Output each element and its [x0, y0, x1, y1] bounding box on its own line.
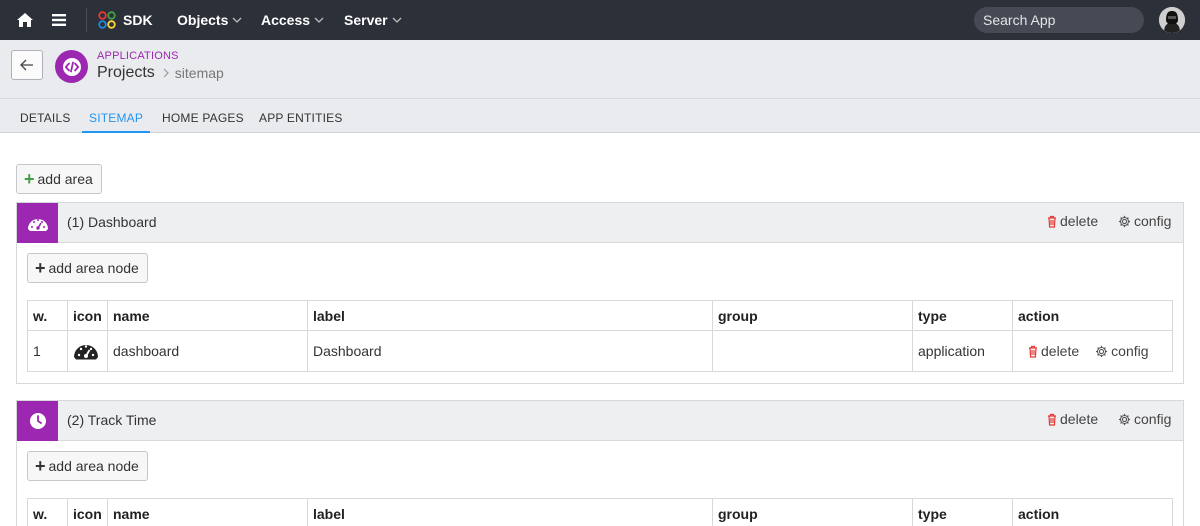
add-area-node-button[interactable]: + add area node [27, 451, 148, 481]
home-icon[interactable] [12, 0, 38, 40]
dashboard-gauge-icon [17, 203, 58, 243]
node-delete-button[interactable]: delete [1028, 343, 1079, 359]
column-header-weight: w. [27, 300, 68, 331]
sdk-logo-icon [98, 11, 116, 29]
table-header-row: w. icon name label group type action [27, 498, 1173, 526]
column-header-group: group [712, 498, 913, 526]
plus-icon: + [24, 169, 35, 189]
column-header-group: group [712, 300, 913, 331]
sitemap-content: + add area (1) Dashboard delete config +… [0, 133, 1200, 526]
chevron-down-icon [314, 17, 324, 23]
cell-weight: 1 [27, 330, 68, 372]
table-header-row: w. icon name label group type action [27, 300, 1173, 331]
column-header-icon: icon [67, 498, 108, 526]
access-menu[interactable]: Access [261, 0, 324, 40]
add-area-button[interactable]: + add area [16, 164, 102, 194]
access-menu-label: Access [261, 12, 311, 28]
plus-icon: + [35, 258, 46, 278]
gear-icon [1118, 413, 1131, 425]
add-area-label: add area [37, 171, 93, 187]
area-header: (2) Track Time delete config [17, 401, 1183, 441]
breadcrumb: Projects sitemap [97, 64, 224, 82]
top-navigation-bar: SDK Objects Access Server [0, 0, 1200, 40]
config-label: config [1111, 343, 1149, 359]
area-nodes-table: w. icon name label group type action [27, 498, 1173, 526]
area-config-button[interactable]: config [1118, 213, 1171, 229]
area-delete-button[interactable]: delete [1047, 411, 1098, 427]
node-config-button[interactable]: config [1095, 343, 1149, 359]
sdk-menu[interactable]: SDK [98, 0, 153, 40]
add-area-node-label: add area node [48, 458, 139, 474]
trash-icon [1029, 345, 1037, 358]
column-header-action: action [1012, 498, 1173, 526]
gear-icon [1096, 345, 1108, 357]
server-menu[interactable]: Server [344, 0, 402, 40]
dashboard-gauge-icon [73, 340, 99, 360]
column-header-label: label [307, 300, 713, 331]
chevron-down-icon [232, 17, 242, 23]
cell-icon [67, 330, 108, 372]
topbar-divider [86, 8, 87, 32]
cell-label: Dashboard [307, 330, 713, 372]
page-header: APPLICATIONS Projects sitemap [0, 40, 1200, 98]
server-menu-label: Server [344, 12, 388, 28]
chevron-right-icon [163, 65, 169, 81]
area-title: (1) Dashboard [67, 214, 157, 230]
delete-label: delete [1060, 411, 1099, 427]
table-row: 1 dashboard Dashboard application delete… [27, 330, 1173, 372]
column-header-type: type [912, 300, 1013, 331]
objects-menu-label: Objects [177, 12, 229, 28]
trash-icon [1048, 413, 1056, 426]
config-label: config [1134, 213, 1172, 229]
area-nodes-table: w. icon name label group type action 1 d… [27, 300, 1173, 372]
app-code-icon [55, 50, 88, 83]
tab-sitemap[interactable]: SITEMAP [82, 99, 151, 133]
chevron-down-icon [392, 17, 402, 23]
page-title[interactable]: Projects [97, 64, 155, 82]
area-header: (1) Dashboard delete config [17, 203, 1183, 243]
config-label: config [1134, 411, 1172, 427]
gear-icon [1118, 215, 1131, 227]
add-area-node-button[interactable]: + add area node [27, 253, 148, 283]
tab-details[interactable]: DETAILS [20, 99, 71, 133]
cell-group [712, 330, 913, 372]
sitemap-area: (2) Track Time delete config + add area … [16, 400, 1184, 526]
hamburger-menu-icon[interactable] [46, 0, 72, 40]
column-header-action: action [1012, 300, 1173, 331]
add-area-node-label: add area node [48, 260, 139, 276]
tab-bar: DETAILS SITEMAP HOME PAGES APP ENTITIES [0, 98, 1200, 133]
tab-app-entities[interactable]: APP ENTITIES [259, 99, 343, 133]
search-app-input[interactable] [974, 7, 1144, 33]
area-title: (2) Track Time [67, 412, 157, 428]
cell-name: dashboard [107, 330, 308, 372]
arrow-left-icon [20, 59, 33, 71]
delete-label: delete [1060, 213, 1099, 229]
sdk-label: SDK [123, 12, 153, 28]
column-header-name: name [107, 498, 308, 526]
objects-menu[interactable]: Objects [177, 0, 242, 40]
column-header-icon: icon [67, 300, 108, 331]
area-delete-button[interactable]: delete [1047, 213, 1098, 229]
area-config-button[interactable]: config [1118, 411, 1171, 427]
column-header-weight: w. [27, 498, 68, 526]
tab-home-pages[interactable]: HOME PAGES [162, 99, 244, 133]
column-header-name: name [107, 300, 308, 331]
cell-type: application [912, 330, 1013, 372]
column-header-label: label [307, 498, 713, 526]
trash-icon [1048, 215, 1056, 228]
breadcrumb-section[interactable]: APPLICATIONS [97, 50, 179, 62]
user-avatar[interactable] [1159, 7, 1185, 33]
sitemap-area: (1) Dashboard delete config + add area n… [16, 202, 1184, 384]
back-button[interactable] [11, 50, 43, 80]
column-header-type: type [912, 498, 1013, 526]
plus-icon: + [35, 456, 46, 476]
cell-action: delete config [1012, 330, 1173, 372]
delete-label: delete [1041, 343, 1080, 359]
clock-icon [17, 401, 58, 441]
page-subtitle: sitemap [174, 65, 224, 81]
